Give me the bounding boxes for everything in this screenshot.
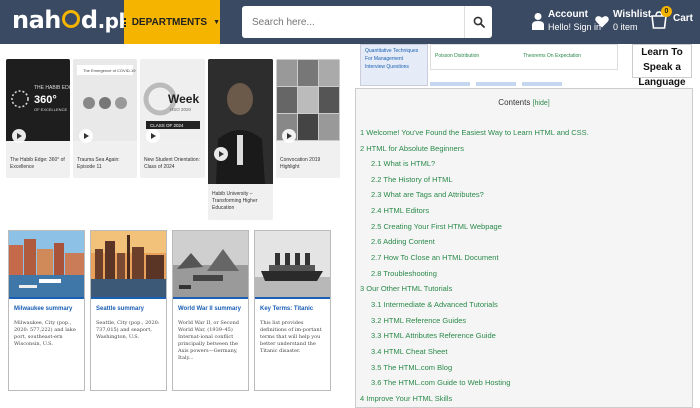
ad-strip [430, 82, 580, 86]
summary-card[interactable]: World War II summary World War II, or Se… [172, 230, 249, 391]
card-accent-bar [255, 297, 330, 299]
video-card[interactable]: Week HSO 2020 CLASS OF 2024 New Student … [140, 59, 205, 178]
video-caption: New Student Orientation: Class of 2024 [144, 157, 200, 170]
summary-card[interactable]: Milwaukee summary Milwaukee, City (pop.,… [8, 230, 85, 391]
cart-label: Cart [673, 13, 694, 24]
summary-card[interactable]: Key Terms: Titanic This list provides de… [254, 230, 331, 391]
table-of-contents: Contents [hide] 1 Welcome! You've Found … [355, 88, 693, 408]
seattle-image [91, 231, 166, 297]
svg-text:OF EXCELLENCE: OF EXCELLENCE [34, 107, 67, 112]
toc-item[interactable]: 2.5 Creating Your First HTML Webpage [371, 222, 502, 231]
logo-ring-icon [61, 10, 80, 28]
video-caption: Convocation 2019 Highlight [280, 157, 321, 170]
summary-card[interactable]: Seattle summary Seattle, City (pop., 202… [90, 230, 167, 391]
toc-item[interactable]: 3.5 The HTML.com Blog [371, 363, 452, 372]
toc-header: Contents [hide] [356, 98, 692, 107]
summary-title[interactable]: Key Terms: Titanic [260, 306, 313, 312]
play-icon [12, 129, 26, 143]
toc-item[interactable]: 3.2 HTML Reference Guides [371, 316, 466, 325]
play-icon [146, 129, 160, 143]
summary-text: World War II, or Second World War, (1939… [178, 320, 239, 361]
related-links: Poisson Distribution Theorems On Expecta… [430, 44, 618, 70]
wishlist-link[interactable]: Wishlist 0 item [595, 9, 651, 33]
search-button[interactable] [464, 6, 492, 38]
video-card[interactable]: Convocation 2019 Highlight [276, 59, 340, 178]
search-input[interactable] [242, 6, 464, 38]
related-link[interactable]: Poisson Distribution [435, 53, 479, 59]
titanic-image [255, 231, 330, 297]
mini-ad-link[interactable]: Quantitative Techniques For Management I… [360, 44, 428, 86]
card-accent-bar [9, 297, 84, 299]
search-icon [473, 16, 485, 28]
play-icon [79, 129, 93, 143]
play-icon [282, 129, 296, 143]
toc-item[interactable]: 2 HTML for Absolute Beginners [360, 144, 464, 153]
video-caption: Trauma Sea Again: Episode 11 [77, 157, 120, 170]
toc-item[interactable]: 3.3 HTML Attributes Reference Guide [371, 331, 496, 340]
account-signin: Hello! Sign in [548, 22, 602, 32]
cart-icon-wrap: 0 [651, 6, 672, 29]
departments-button[interactable]: DEPARTMENTS ▼ [124, 0, 220, 44]
site-header: nahd.pk DEPARTMENTS ▼ Account Hello! Sig… [0, 0, 700, 44]
mini-ad-text: Quantitative Techniques For Management I… [365, 48, 419, 70]
svg-text:THE HABIB EDGE: THE HABIB EDGE [34, 85, 70, 91]
account-link[interactable]: Account Hello! Sign in [532, 9, 601, 33]
wishlist-count: 0 item [613, 22, 638, 32]
toc-item[interactable]: 2.7 How To Close an HTML Document [371, 253, 499, 262]
search-bar [242, 6, 492, 38]
wishlist-title: Wishlist [613, 9, 652, 20]
chevron-down-icon: ▼ [213, 18, 220, 26]
logo-text-start: nah [12, 6, 61, 34]
departments-label: DEPARTMENTS [131, 16, 208, 28]
svg-text:The Emergence of COVID-19: The Emergence of COVID-19 [83, 68, 136, 73]
cart-link[interactable]: 0 Cart [651, 6, 694, 29]
toc-hide-link[interactable]: [hide] [533, 100, 550, 107]
video-card[interactable]: THE HABIB EDGE 360° OF EXCELLENCE The Ha… [6, 59, 70, 178]
toc-item[interactable]: 2.3 What are Tags and Attributes? [371, 190, 484, 199]
card-accent-bar [91, 297, 166, 299]
summary-text: Milwaukee, City (pop., 2020: 577,222) an… [14, 320, 76, 347]
hamburger-icon [124, 17, 126, 27]
toc-item[interactable]: 3 Our Other HTML Tutorials [360, 284, 452, 293]
site-logo[interactable]: nah d.pk [12, 6, 132, 34]
play-icon [214, 147, 228, 161]
toc-item[interactable]: 2.8 Troubleshooting [371, 269, 437, 278]
toc-title: Contents [498, 98, 531, 107]
language-ad[interactable]: Learn To Speak a Language [632, 44, 692, 88]
toc-item[interactable]: 3.4 HTML Cheat Sheet [371, 347, 447, 356]
video-card[interactable]: The Emergence of COVID-19 Trauma Sea Aga… [73, 59, 137, 178]
toc-item[interactable]: 2.6 Adding Content [371, 237, 435, 246]
summary-title[interactable]: World War II summary [178, 306, 241, 312]
toc-item[interactable]: 3.6 The HTML.com Guide to Web Hosting [371, 378, 510, 387]
heart-icon [595, 15, 609, 27]
toc-item[interactable]: 3.1 Intermediate & Advanced Tutorials [371, 300, 498, 309]
summary-title[interactable]: Seattle summary [96, 306, 144, 312]
card-accent-bar [173, 297, 248, 299]
toc-item[interactable]: 2.1 What is HTML? [371, 159, 435, 168]
video-caption: The Habib Edge: 360° of Excellence [10, 157, 65, 170]
language-ad-text: Learn To Speak a Language [638, 47, 686, 88]
video-caption: Habib University – Transforming Higher E… [212, 191, 258, 211]
svg-text:HSO 2020: HSO 2020 [170, 107, 192, 112]
summary-text: Seattle, City (pop., 2020: 737,015) and … [96, 320, 160, 340]
summary-text: This list provides definitions of im-por… [260, 320, 322, 354]
related-link[interactable]: Theorems On Expectation [523, 53, 581, 59]
video-card[interactable]: Habib University – Transforming Higher E… [208, 59, 273, 220]
svg-text:360°: 360° [34, 94, 57, 106]
logo-text-end: d [80, 6, 98, 34]
video-thumbnail [208, 59, 273, 184]
user-icon [532, 13, 544, 30]
summary-title[interactable]: Milwaukee summary [14, 306, 72, 312]
svg-text:Week: Week [168, 92, 199, 106]
account-title: Account [548, 9, 588, 20]
toc-item[interactable]: 4 Improve Your HTML Skills [360, 394, 452, 403]
toc-item[interactable]: 2.2 The History of HTML [371, 175, 453, 184]
toc-item[interactable]: 2.4 HTML Editors [371, 206, 429, 215]
speaker-portrait-thumb [208, 59, 273, 184]
toc-item[interactable]: 1 Welcome! You've Found the Easiest Way … [360, 128, 589, 137]
svg-text:CLASS OF 2024: CLASS OF 2024 [150, 123, 184, 128]
cart-badge: 0 [661, 6, 672, 17]
world-war-image [173, 231, 248, 297]
milwaukee-image [9, 231, 84, 297]
